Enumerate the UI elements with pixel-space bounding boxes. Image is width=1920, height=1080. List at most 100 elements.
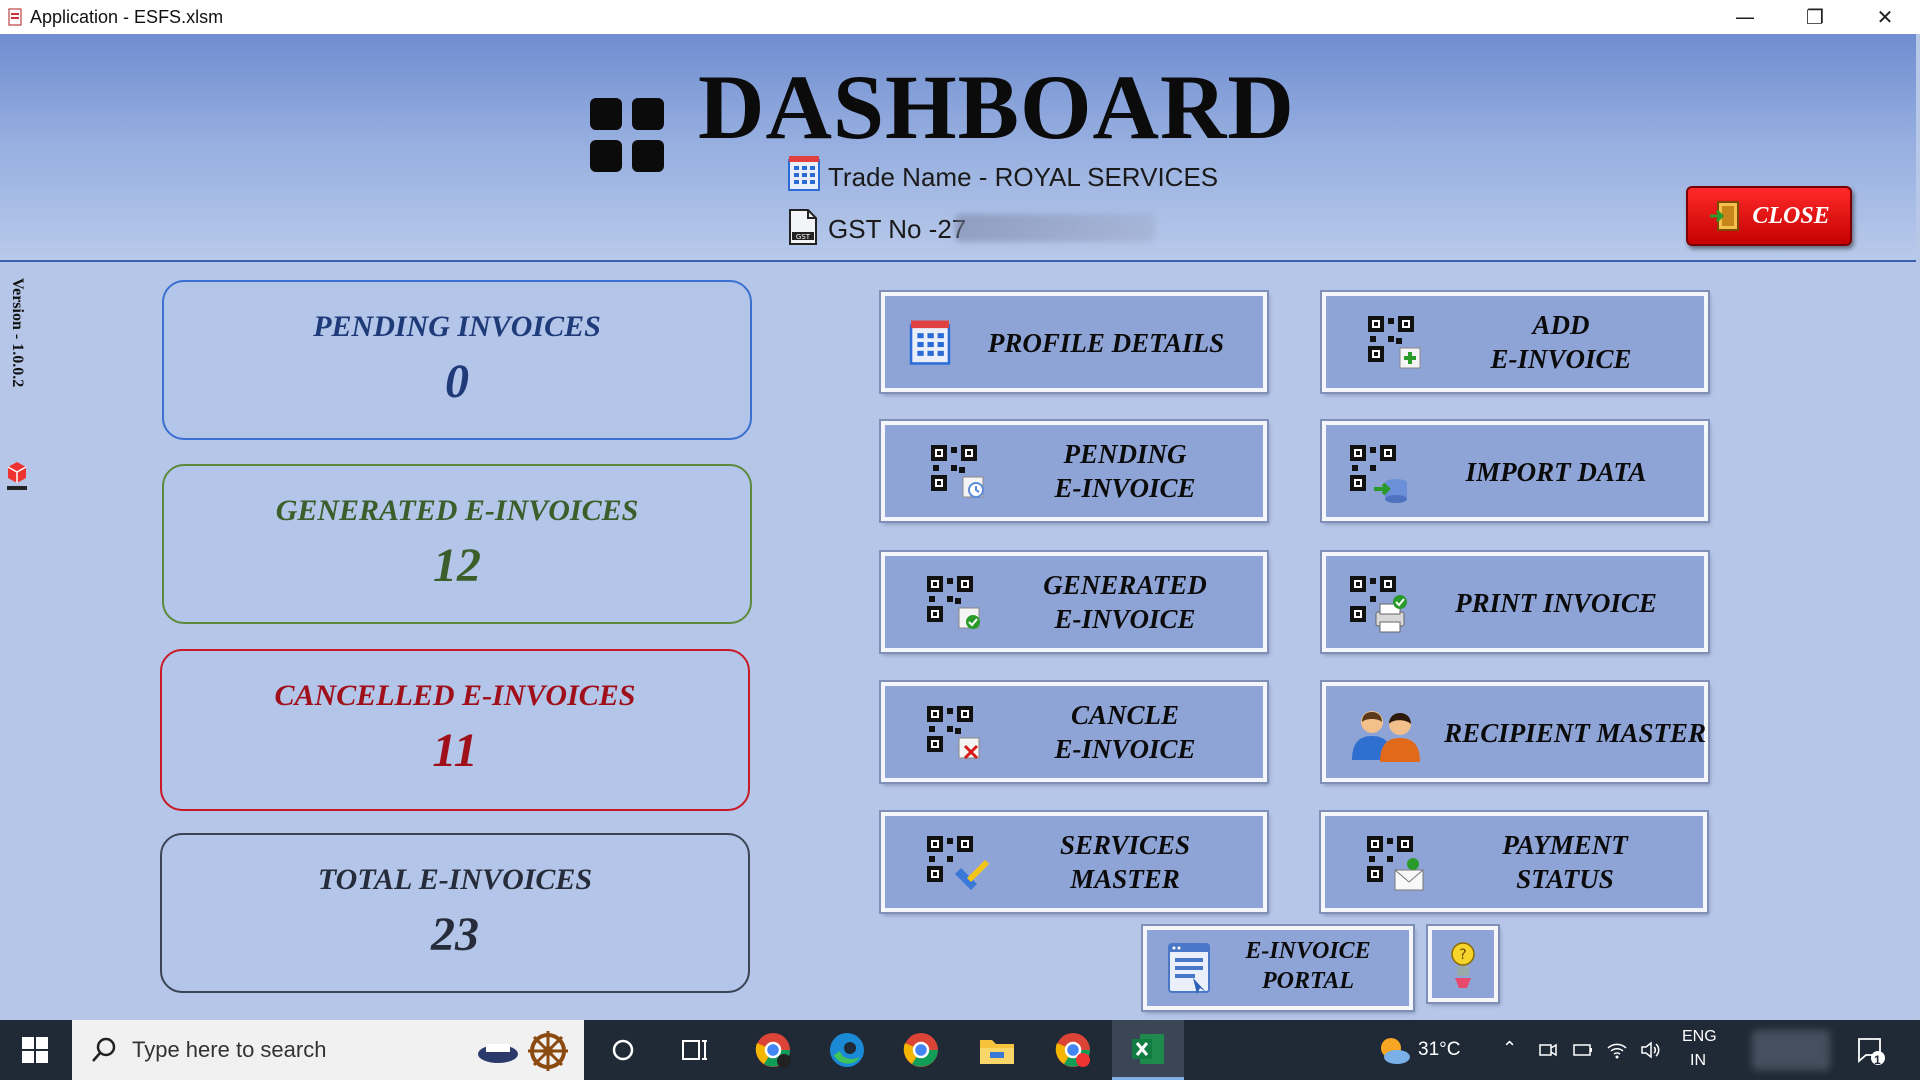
e-invoice-portal-label-line2: PORTAL (1261, 968, 1354, 994)
cancelled-invoices-count: 11 (432, 724, 478, 777)
dashboard-grid-icon (590, 98, 664, 172)
generated-invoices-count: 12 (433, 539, 481, 592)
generated-e-invoice-label: GENERATED E-INVOICE (985, 568, 1265, 636)
battery-icon[interactable] (1572, 1040, 1594, 1060)
taskbar-edge[interactable] (816, 1020, 878, 1080)
clock-redacted[interactable] (1752, 1030, 1830, 1070)
payment-status-label-line1: PAYMENT (1502, 830, 1628, 860)
trade-name: Trade Name - ROYAL SERVICES (828, 162, 1219, 192)
e-invoice-portal-button[interactable]: E-INVOICE PORTAL (1141, 924, 1415, 1012)
excel-icon (1132, 1033, 1164, 1064)
qr-cancel-icon (927, 706, 980, 760)
reliable-logo-icon (7, 462, 27, 490)
weather-partly-cloudy-icon (1381, 1038, 1410, 1064)
volume-icon[interactable] (1640, 1040, 1662, 1060)
pending-e-invoice-label: PENDING E-INVOICE (995, 437, 1255, 505)
total-invoices-card: TOTAL E-INVOICES 23 (160, 833, 750, 993)
input-language-line1[interactable]: ENG (1682, 1028, 1717, 1046)
import-data-label: IMPORT DATA (1465, 457, 1647, 487)
print-invoice-button[interactable]: PRINT INVOICE (1320, 550, 1710, 654)
lightbulb-icon: ? (1451, 942, 1475, 988)
qr-payment-icon (1367, 836, 1424, 891)
close-button-label: CLOSE (1752, 202, 1830, 229)
cancle-e-invoice-label-line1: CANCLE (1070, 700, 1180, 730)
window-title: Application - ESFS.xlsm (30, 7, 224, 27)
qr-services-icon (927, 836, 989, 890)
add-e-invoice-label-line2: E-INVOICE (1490, 344, 1632, 374)
chrome-icon (903, 1033, 938, 1067)
taskbar-search-box[interactable]: Type here to search (72, 1020, 584, 1080)
search-placeholder: Type here to search (132, 1037, 327, 1062)
page-title: DASHBOARD (698, 56, 1295, 158)
cortana-button[interactable] (592, 1020, 654, 1080)
qr-pending-icon (931, 445, 984, 498)
window-close-button[interactable]: ✕ (1850, 0, 1920, 34)
taskbar-file-explorer[interactable] (966, 1020, 1028, 1080)
gst-number: GST No -27 (828, 214, 967, 244)
qr-add-icon (1368, 316, 1421, 369)
cancle-e-invoice-button[interactable]: CANCLE E-INVOICE (879, 680, 1269, 784)
qr-import-icon (1350, 445, 1407, 503)
version-label: Version - 1.0.0.2 (9, 278, 26, 388)
close-icon: ✕ (1876, 5, 1894, 29)
taskbar-chrome-profile-1[interactable] (742, 1020, 804, 1080)
services-master-label-line2: MASTER (1070, 864, 1180, 894)
excel-file-icon (8, 8, 22, 26)
minimize-button[interactable]: — (1710, 0, 1780, 34)
restore-icon: ❐ (1806, 5, 1824, 29)
gst-number-redacted (955, 214, 1155, 242)
add-e-invoice-button[interactable]: ADD E-INVOICE (1320, 290, 1710, 394)
pending-invoices-label: PENDING INVOICES (313, 310, 601, 343)
version-label-area: Version - 1.0.0.2 (2, 278, 32, 458)
qr-print-icon (1350, 576, 1407, 633)
payment-status-label-line2: STATUS (1516, 864, 1614, 894)
task-view-button[interactable] (664, 1020, 726, 1080)
pending-e-invoice-button[interactable]: PENDING E-INVOICE (879, 419, 1269, 523)
weather-widget[interactable] (1372, 1020, 1416, 1080)
import-data-button[interactable]: IMPORT DATA (1320, 419, 1710, 523)
close-button[interactable]: CLOSE (1686, 186, 1852, 246)
pending-e-invoice-label-line2: E-INVOICE (1054, 473, 1196, 503)
add-e-invoice-label-line1: ADD (1532, 310, 1590, 340)
services-master-button[interactable]: SERVICES MASTER (879, 810, 1269, 914)
notifications-icon[interactable] (1856, 1036, 1886, 1066)
svg-text:GST: GST (796, 233, 811, 241)
e-invoice-portal-label: E-INVOICE PORTAL (1213, 936, 1403, 996)
taskbar-chrome-profile-2[interactable] (1042, 1020, 1104, 1080)
notification-count: 1 (1874, 1053, 1881, 1067)
wifi-icon[interactable] (1606, 1040, 1628, 1060)
generated-e-invoice-button[interactable]: GENERATED E-INVOICE (879, 550, 1269, 654)
generated-invoices-card: GENERATED E-INVOICES 12 (162, 464, 752, 624)
payment-status-label: PAYMENT STATUS (1435, 828, 1695, 896)
recipient-master-button[interactable]: RECIPIENT MASTER (1320, 680, 1710, 784)
print-invoice-label: PRINT INVOICE (1455, 588, 1657, 618)
minimize-icon: — (1735, 5, 1755, 29)
cancle-e-invoice-label-line2: E-INVOICE (1054, 734, 1196, 764)
total-invoices-label: TOTAL E-INVOICES (317, 863, 593, 896)
start-button[interactable] (4, 1020, 66, 1080)
meet-now-icon[interactable] (1538, 1040, 1558, 1060)
generated-invoices-label: GENERATED E-INVOICES (275, 494, 639, 527)
edge-icon (830, 1033, 864, 1067)
window-title-bar: Application - ESFS.xlsm — ❐ ✕ (0, 0, 1920, 34)
help-tips-button[interactable]: ? (1426, 924, 1500, 1004)
payment-status-button[interactable]: PAYMENT STATUS (1319, 810, 1709, 914)
restore-button[interactable]: ❐ (1780, 0, 1850, 34)
add-e-invoice-label: ADD E-INVOICE (1436, 308, 1686, 376)
profile-details-button[interactable]: PROFILE DETAILS (879, 290, 1269, 394)
svg-text:?: ? (1459, 947, 1466, 963)
gst-document-icon: GST (789, 209, 817, 245)
users-icon (1352, 711, 1420, 762)
web-portal-icon (1168, 943, 1210, 994)
generated-e-invoice-label-line2: E-INVOICE (1054, 604, 1196, 634)
windows-taskbar: Type here to search 31°C ⌃ ENG IN 1 (0, 1020, 1920, 1080)
input-language-line2[interactable]: IN (1690, 1052, 1706, 1070)
show-hidden-icons-chevron-icon[interactable]: ⌃ (1502, 1038, 1517, 1059)
taskbar-excel-active[interactable] (1112, 1020, 1184, 1080)
cancelled-invoices-card: CANCELLED E-INVOICES 11 (160, 649, 750, 811)
taskbar-chrome[interactable] (890, 1020, 952, 1080)
exit-door-icon (1710, 201, 1740, 231)
pending-e-invoice-label-line1: PENDING (1063, 439, 1187, 469)
recipient-master-label: RECIPIENT MASTER (1444, 718, 1706, 748)
chrome-icon (1055, 1033, 1090, 1067)
